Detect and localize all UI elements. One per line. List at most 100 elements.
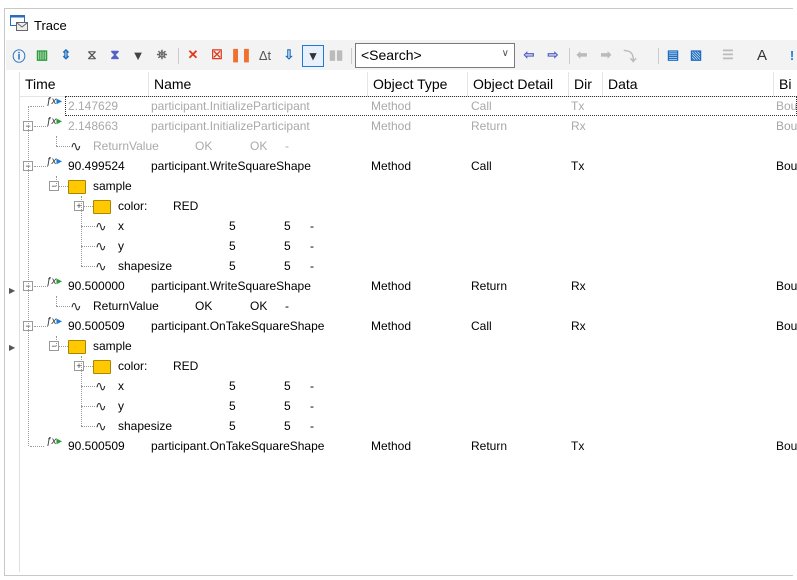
dir-cell: Rx bbox=[571, 279, 586, 293]
folder-icon bbox=[93, 200, 111, 214]
marker-arrow-icon: ▶ bbox=[9, 343, 16, 352]
expand-icon[interactable]: ⇕ bbox=[56, 45, 76, 65]
goto-icon[interactable]: ⤵ bbox=[620, 45, 640, 65]
pause-icon[interactable]: ❚❚ bbox=[230, 45, 252, 65]
bi-cell: Bou bbox=[776, 279, 797, 293]
trace-row[interactable]: ∿ shapesize 5 5 - bbox=[20, 256, 797, 276]
trace-row[interactable]: ∿ x 5 5 - bbox=[20, 216, 797, 236]
object-type-cell: Method bbox=[371, 439, 412, 453]
forward-icon[interactable]: ➡ bbox=[596, 45, 616, 65]
col-name[interactable]: Name bbox=[148, 72, 367, 96]
field-value-2: OK bbox=[250, 299, 268, 313]
trace-row[interactable]: ∿ x 5 5 - bbox=[20, 376, 797, 396]
collapse-icon[interactable]: − bbox=[49, 341, 59, 351]
field-label: sample bbox=[93, 179, 132, 193]
trace-row[interactable]: ∿ ReturnValue OK OK - bbox=[20, 296, 797, 316]
alert-icon[interactable]: ! bbox=[782, 45, 797, 65]
font-size-icon[interactable]: A bbox=[752, 45, 772, 65]
object-detail-cell: Call bbox=[471, 159, 492, 173]
dir-cell: Rx bbox=[571, 319, 586, 333]
field-value-3: - bbox=[310, 239, 314, 253]
field-value-2: 5 bbox=[284, 399, 291, 413]
trace-row[interactable]: ∿ y 5 5 - bbox=[20, 396, 797, 416]
field-value: 5 bbox=[229, 379, 236, 393]
trace-row[interactable]: ∿ y 5 5 - bbox=[20, 236, 797, 256]
value-wave-icon: ∿ bbox=[95, 238, 107, 254]
filter-glasses-icon[interactable]: ⧗ bbox=[105, 45, 125, 65]
field-label: color: bbox=[118, 199, 148, 213]
trace-row[interactable]: − ƒx▸ 90.500000 participant.WriteSquareShap… bbox=[20, 276, 797, 296]
trace-row[interactable]: + color: RED bbox=[20, 196, 797, 216]
trace-row[interactable]: − sample bbox=[20, 336, 797, 356]
name-cell: participant.WriteSquareShape bbox=[151, 159, 311, 173]
find-next-icon[interactable]: ⇨ bbox=[543, 45, 563, 65]
window-title: Trace bbox=[34, 18, 67, 33]
binoculars-icon[interactable]: ⛯ bbox=[152, 45, 172, 65]
expand-icon[interactable]: + bbox=[74, 361, 84, 371]
trace-row[interactable]: − ƒx▸ 90.499524 participant.WriteSquareShap… bbox=[20, 156, 797, 176]
find-previous-icon[interactable]: ⇦ bbox=[519, 45, 539, 65]
function-icon: ƒx▸ bbox=[46, 316, 62, 327]
chart-icon[interactable]: ▥ bbox=[32, 45, 52, 65]
message-folder-icon[interactable]: ▤ bbox=[663, 45, 683, 65]
open-folder-icon[interactable]: ▧ bbox=[686, 45, 706, 65]
field-label: ReturnValue bbox=[93, 299, 159, 313]
col-data[interactable]: Data bbox=[602, 72, 773, 96]
field-label: x bbox=[118, 379, 124, 393]
trace-row[interactable]: + color: RED bbox=[20, 356, 797, 376]
trace-row[interactable]: − ƒx▸ 90.500509 participant.OnTakeSquareSha… bbox=[20, 316, 797, 336]
field-value: 5 bbox=[229, 399, 236, 413]
search-combobox[interactable]: <Search> ∨ bbox=[355, 43, 515, 68]
col-object-detail[interactable]: Object Detail bbox=[467, 72, 568, 96]
trace-row[interactable]: − ƒx▸ 2.148663 participant.InitializePartic… bbox=[20, 116, 797, 136]
expand-icon[interactable]: + bbox=[74, 201, 84, 211]
columns-icon[interactable]: ▮▮ bbox=[326, 45, 346, 65]
column-header: Time Name Object Type Object Detail Dir … bbox=[20, 72, 797, 97]
field-value-2: 5 bbox=[284, 219, 291, 233]
trace-window-icon bbox=[10, 15, 28, 31]
col-object-type[interactable]: Object Type bbox=[367, 72, 467, 96]
field-label: y bbox=[118, 239, 124, 253]
trace-row[interactable]: ∿ ReturnValue OK OK - bbox=[20, 136, 797, 156]
delta-time-icon[interactable]: Δt bbox=[255, 45, 275, 65]
object-detail-cell: Call bbox=[471, 319, 492, 333]
back-icon[interactable]: ⬅ bbox=[572, 45, 592, 65]
chevron-down-icon[interactable]: ∨ bbox=[502, 48, 509, 59]
field-value-3: - bbox=[310, 259, 314, 273]
col-bi[interactable]: Bi bbox=[773, 72, 797, 96]
search-input[interactable]: <Search> bbox=[361, 47, 422, 63]
trace-row[interactable]: − sample bbox=[20, 176, 797, 196]
value-wave-icon: ∿ bbox=[95, 218, 107, 234]
name-cell: participant.InitializeParticipant bbox=[151, 119, 310, 133]
selection-focus bbox=[65, 96, 797, 116]
clear-icon[interactable]: ☒ bbox=[207, 45, 227, 65]
field-value: 5 bbox=[229, 419, 236, 433]
filter-message-icon[interactable]: ⧖ bbox=[82, 45, 102, 65]
field-value-3: - bbox=[310, 399, 314, 413]
field-label: color: bbox=[118, 359, 148, 373]
filter-list-icon[interactable]: ▾ bbox=[302, 45, 324, 67]
autoscroll-icon[interactable]: ⇩ bbox=[279, 45, 299, 65]
field-value: 5 bbox=[229, 259, 236, 273]
trace-row[interactable]: ∿ shapesize 5 5 - bbox=[20, 416, 797, 436]
name-cell: participant.OnTakeSquareShape bbox=[151, 319, 325, 333]
object-detail-cell: Return bbox=[471, 439, 508, 453]
delete-icon[interactable]: ✕ bbox=[183, 45, 203, 65]
col-time[interactable]: Time bbox=[20, 72, 148, 96]
field-label: y bbox=[118, 399, 124, 413]
folder-icon bbox=[68, 340, 86, 354]
field-value: 5 bbox=[229, 239, 236, 253]
folder-icon bbox=[68, 180, 86, 194]
value-wave-icon: ∿ bbox=[70, 138, 82, 154]
col-dir[interactable]: Dir bbox=[568, 72, 602, 96]
collapse-icon[interactable]: − bbox=[49, 181, 59, 191]
object-type-cell: Method bbox=[371, 159, 412, 173]
field-value-2: 5 bbox=[284, 239, 291, 253]
info-icon[interactable]: ⓘ bbox=[9, 45, 29, 65]
filter-sort-icon[interactable]: ▼ bbox=[128, 45, 148, 65]
layout-icon[interactable]: ☰ bbox=[718, 45, 738, 65]
trace-row[interactable]: ƒx▸ 90.500509 participant.OnTakeSquareShap… bbox=[20, 436, 797, 456]
function-icon: ƒx▸ bbox=[46, 116, 62, 127]
time-cell: 2.148663 bbox=[68, 119, 119, 133]
field-value: RED bbox=[173, 359, 199, 373]
